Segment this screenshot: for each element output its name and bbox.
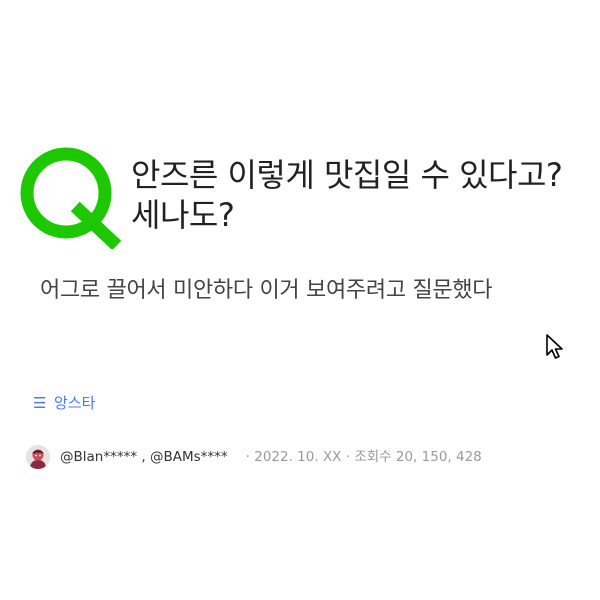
post-date: · 2022. 10. XX — [245, 449, 342, 465]
avatar-icon — [26, 445, 50, 469]
views-label: · 조회수 — [345, 449, 392, 465]
qa-page: 안즈른 이렇게 맛집일 수 있다고? 세나도? 어그로 끌어서 미안하다 이거 … — [0, 0, 600, 600]
views-count: 20, 150, 428 — [395, 449, 482, 465]
q-logo-icon — [20, 147, 122, 249]
question-title: 안즈른 이렇게 맛집일 수 있다고? 세나도? — [131, 156, 563, 234]
menu-icon: ☰ — [33, 394, 47, 412]
post-stats: · 2022. 10. XX · 조회수 20, 150, 428 — [246, 445, 482, 469]
avatar[interactable] — [26, 445, 50, 469]
author-names[interactable]: @Blan***** , @BAMs**** — [60, 445, 228, 469]
question-body: 어그로 끌어서 미안하다 이거 보여주려고 질문했다 — [40, 278, 493, 303]
category-link[interactable]: ☰ 앙스타 — [33, 393, 95, 413]
post-meta: @Blan***** , @BAMs**** · 2022. 10. XX · … — [26, 445, 482, 469]
category-label: 앙스타 — [54, 394, 96, 412]
mouse-cursor-icon — [546, 334, 563, 359]
